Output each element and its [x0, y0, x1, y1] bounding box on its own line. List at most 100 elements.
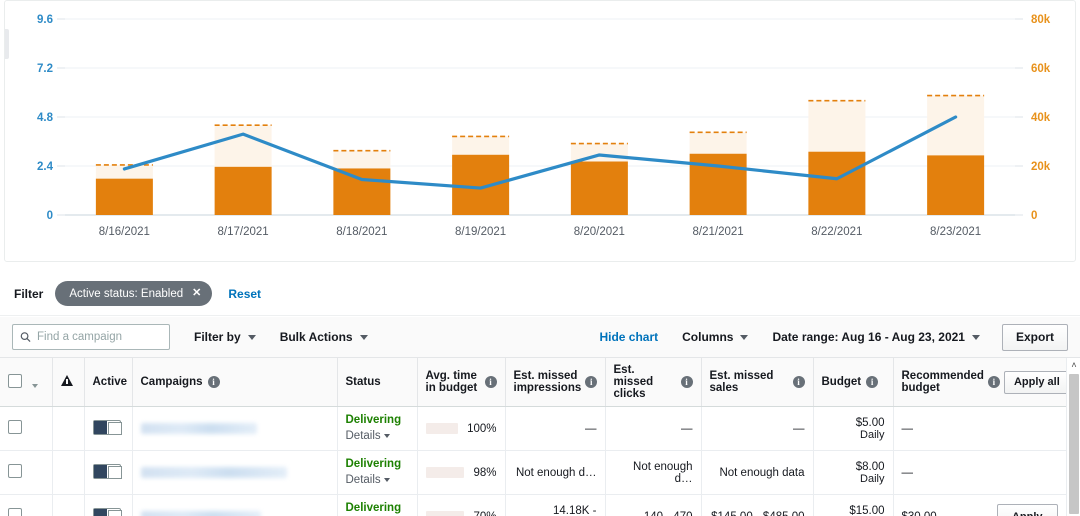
th-est-missed-impressions-label: Est. missed impressions	[514, 370, 582, 394]
cell-recommended-budget: $30.00 Apply	[893, 495, 1066, 516]
cell-campaign-name[interactable]	[132, 407, 337, 451]
search-input[interactable]	[37, 331, 169, 343]
svg-text:40k: 40k	[1031, 112, 1051, 124]
cell-avg-time-in-budget: 70%	[417, 495, 505, 516]
date-range-dropdown[interactable]: Date range: Aug 16 - Aug 23, 2021	[772, 330, 980, 344]
filter-chip-label: Active status: Enabled	[69, 288, 183, 300]
svg-text:8/22/2021: 8/22/2021	[811, 226, 862, 238]
th-active: Active	[84, 358, 132, 407]
bulk-actions-dropdown[interactable]: Bulk Actions	[280, 330, 368, 344]
th-avg-time-in-budget: Avg. time in budget i	[417, 358, 505, 407]
info-icon[interactable]: i	[585, 376, 597, 388]
select-all-checkbox[interactable]	[8, 374, 22, 388]
filter-by-label: Filter by	[194, 330, 241, 344]
cell-active-toggle	[84, 407, 132, 451]
th-campaigns: Campaigns i	[132, 358, 337, 407]
th-campaigns-label: Campaigns	[141, 376, 203, 388]
th-status-label: Status	[346, 376, 381, 388]
apply-all-button[interactable]: Apply all	[1004, 371, 1070, 394]
info-icon[interactable]: i	[988, 376, 1000, 388]
svg-text:8/19/2021: 8/19/2021	[455, 226, 506, 238]
columns-label: Columns	[682, 330, 733, 344]
cell-status: DeliveringDetails	[337, 451, 417, 495]
scroll-up-arrow-icon[interactable]: ˄	[1067, 358, 1080, 372]
cell-avg-time-in-budget: 98%	[417, 451, 505, 495]
filter-by-dropdown[interactable]: Filter by	[194, 330, 256, 344]
active-toggle[interactable]	[93, 420, 121, 435]
chevron-down-icon[interactable]	[32, 384, 38, 388]
active-toggle[interactable]	[93, 464, 121, 479]
row-checkbox[interactable]	[8, 464, 22, 478]
cell-alert	[52, 451, 84, 495]
cell-avg-time-in-budget: 100%	[417, 407, 505, 451]
table-vertical-scrollbar[interactable]: ˄	[1066, 358, 1080, 516]
table-row: DeliveringDetails 98% Not enough d…Not eno…	[0, 451, 1066, 495]
filter-chip-active-status[interactable]: Active status: Enabled ✕	[55, 281, 212, 306]
cell-est-missed-clicks: 140 - 470	[605, 495, 701, 516]
campaign-name-redacted	[141, 511, 261, 516]
cell-est-missed-sales: —	[701, 407, 813, 451]
info-icon[interactable]: i	[485, 376, 497, 388]
progress-bar-track	[426, 423, 459, 434]
table-toolbar: Filter by Bulk Actions Hide chart Column…	[0, 317, 1080, 358]
avg-time-percent: 70%	[473, 511, 496, 516]
svg-text:8/21/2021: 8/21/2021	[693, 226, 744, 238]
cell-est-missed-impressions: Not enough d…	[505, 451, 605, 495]
cell-campaign-name[interactable]	[132, 451, 337, 495]
row-checkbox[interactable]	[8, 420, 22, 434]
info-icon[interactable]: i	[793, 376, 805, 388]
export-button[interactable]: Export	[1002, 324, 1068, 351]
th-select-all	[0, 358, 52, 407]
svg-text:4.8: 4.8	[37, 112, 54, 124]
th-est-missed-clicks: Est. missed clicks i	[605, 358, 701, 407]
cell-est-missed-impressions: —	[505, 407, 605, 451]
info-icon[interactable]: i	[866, 376, 878, 388]
hide-chart-label: Hide chart	[599, 330, 658, 344]
progress-bar-track	[426, 467, 465, 478]
cell-budget[interactable]: $5.00Daily	[813, 407, 893, 451]
chevron-down-icon[interactable]	[384, 434, 390, 438]
date-range-label: Date range: Aug 16 - Aug 23, 2021	[772, 330, 965, 344]
search-box[interactable]	[12, 324, 170, 350]
dual-axis-chart: 02.44.87.29.6020k40k60k80k8/16/20218/17/…	[5, 1, 1077, 241]
table-body: DeliveringDetails100%———$5.00Daily—Deliv…	[0, 407, 1066, 516]
table-row: DeliveringDetails100%———$5.00Daily—	[0, 407, 1066, 451]
campaigns-table: Active Campaigns i Status Avg. time in b…	[0, 358, 1067, 516]
info-icon[interactable]: i	[681, 376, 693, 388]
reset-filters-link[interactable]: Reset	[228, 287, 261, 301]
columns-dropdown[interactable]: Columns	[682, 330, 748, 344]
budget-value: $5.00	[822, 417, 885, 429]
cell-est-missed-clicks: —	[605, 407, 701, 451]
th-status: Status	[337, 358, 417, 407]
svg-text:0: 0	[47, 210, 53, 222]
apply-budget-button[interactable]: Apply	[997, 504, 1058, 516]
avg-time-percent: 98%	[473, 467, 496, 479]
table-header-row: Active Campaigns i Status Avg. time in b…	[0, 358, 1066, 407]
hide-chart-link[interactable]: Hide chart	[599, 330, 658, 344]
row-checkbox[interactable]	[8, 508, 22, 516]
th-budget-label: Budget	[822, 376, 862, 388]
apply-slot: Apply	[997, 504, 1058, 516]
svg-text:8/18/2021: 8/18/2021	[336, 226, 387, 238]
warning-triangle-icon	[61, 375, 73, 386]
info-icon[interactable]: i	[208, 376, 220, 388]
recommended-budget-value: $30.00	[902, 511, 937, 516]
close-icon[interactable]: ✕	[192, 288, 201, 299]
budget-period: Daily	[822, 429, 885, 441]
cell-est-missed-clicks: Not enough d…	[605, 451, 701, 495]
cell-budget[interactable]: $8.00Daily	[813, 451, 893, 495]
cell-campaign-name[interactable]	[132, 495, 337, 516]
budget-value: $8.00	[822, 461, 885, 473]
active-toggle[interactable]	[93, 508, 121, 516]
avg-time-percent: 100%	[467, 423, 496, 435]
filter-label: Filter	[14, 287, 43, 301]
progress-bar-track	[426, 511, 465, 516]
th-budget: Budget i	[813, 358, 893, 407]
cell-active-toggle	[84, 495, 132, 516]
th-recommended-budget-label: Recommended budget	[902, 370, 984, 394]
chevron-down-icon[interactable]	[384, 478, 390, 482]
scrollbar-thumb[interactable]	[1069, 374, 1079, 514]
cell-budget[interactable]: $15.00Daily	[813, 495, 893, 516]
svg-text:0: 0	[1031, 210, 1037, 222]
chevron-down-icon	[360, 335, 368, 340]
